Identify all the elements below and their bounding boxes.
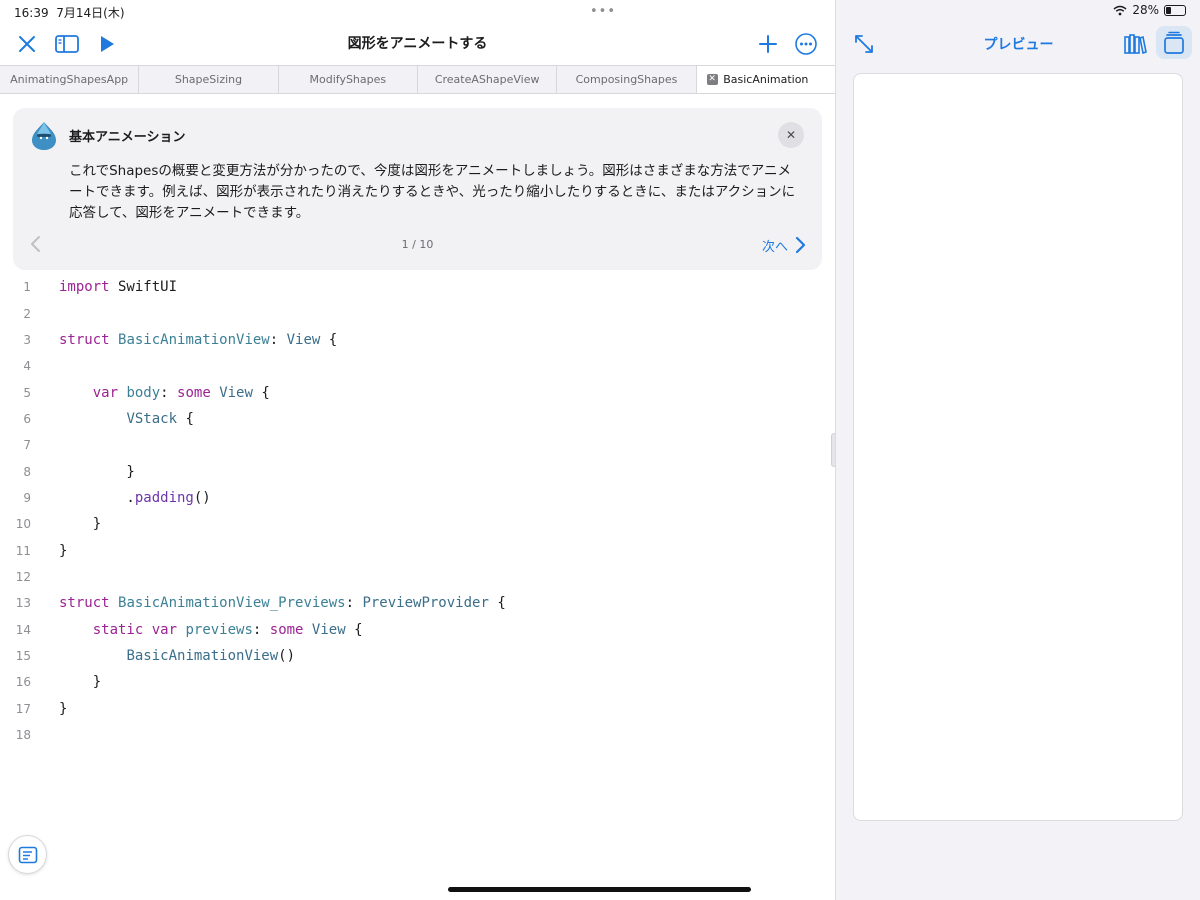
guide-body-text: これでShapesの概要と変更方法が分かったので、今度は図形をアニメートしましょ… <box>69 163 796 221</box>
preview-pane: 28% プレビュー <box>835 0 1200 900</box>
code-text: } <box>59 542 68 559</box>
line-number: 10 <box>15 517 31 532</box>
tab-label: BasicAnimation <box>723 73 809 86</box>
code-line: 16 } <box>0 669 835 695</box>
cards-view-button[interactable] <box>1160 29 1188 57</box>
home-indicator[interactable] <box>448 887 751 892</box>
line-number: 7 <box>23 438 31 453</box>
multitask-dots[interactable]: ••• <box>590 4 616 19</box>
code-line: 13 struct BasicAnimationView_Previews: Pr… <box>0 590 835 616</box>
line-number: 6 <box>23 411 31 426</box>
code-text: VStack { <box>126 410 194 427</box>
code-line: 10 } <box>0 511 835 537</box>
code-line: 14 static var previews: some View { <box>0 616 835 642</box>
line-number: 11 <box>15 543 31 558</box>
code-text: struct BasicAnimationView_Previews: Prev… <box>59 595 506 612</box>
status-indicators: 28% <box>1113 3 1186 17</box>
code-text: var body: some View { <box>92 384 270 401</box>
code-line: 5 var body: some View { <box>0 379 835 405</box>
line-number: 16 <box>15 675 31 690</box>
line-number: 14 <box>15 622 31 637</box>
line-number: 4 <box>23 359 31 374</box>
line-number: 1 <box>23 280 31 295</box>
document-outline-button[interactable] <box>8 835 47 874</box>
code-line: 9 .padding() <box>0 485 835 511</box>
code-line: 1 import SwiftUI <box>0 274 835 300</box>
tab-label: ModifyShapes <box>309 73 387 86</box>
app-screen: 16:39 7月14日(木) ••• 図形をアニメートする AnimatingS… <box>0 0 1200 900</box>
close-icon: ✕ <box>785 128 797 142</box>
tab-label: ComposingShapes <box>575 73 678 86</box>
line-number: 3 <box>23 332 31 347</box>
code-line: 11} <box>0 537 835 563</box>
code-line: 8 } <box>0 458 835 484</box>
guide-title: 基本アニメーション <box>69 130 186 145</box>
next-label: 次へ <box>761 239 788 255</box>
tab-label: CreateAShapeView <box>434 73 540 86</box>
tab-composing-shapes[interactable]: ComposingShapes <box>557 66 697 93</box>
add-button[interactable] <box>755 31 781 57</box>
code-line: 7 <box>0 432 835 458</box>
line-number: 17 <box>15 701 31 716</box>
more-icon <box>795 33 817 55</box>
code-text: } <box>59 674 102 691</box>
file-tab-bar: AnimatingShapesApp ShapeSizing ModifySha… <box>0 65 835 94</box>
status-time-value: 16:39 <box>14 6 49 20</box>
guide-avatar-icon <box>32 122 56 150</box>
guide-next-button[interactable]: 次へ <box>762 235 806 255</box>
line-number: 2 <box>23 306 31 321</box>
tab-close-icon[interactable]: ✕ <box>706 74 718 85</box>
code-editor[interactable]: 1 import SwiftUI 2 3 struct BasicAnimation… <box>0 274 835 748</box>
tab-create-a-shape-view[interactable]: CreateAShapeView <box>418 66 558 93</box>
tab-shape-sizing[interactable]: ShapeSizing <box>139 66 279 93</box>
code-line: 15 BasicAnimationView() <box>0 643 835 669</box>
line-number: 18 <box>15 728 31 743</box>
line-number: 13 <box>15 596 31 611</box>
code-line: 2 <box>0 300 835 326</box>
outline-icon <box>18 846 37 863</box>
tab-label: ShapeSizing <box>174 73 243 86</box>
line-number: 5 <box>23 385 31 400</box>
status-time: 16:39 7月14日(木) <box>14 4 125 21</box>
code-text: } <box>59 463 135 480</box>
code-line: 17} <box>0 696 835 722</box>
tab-label: AnimatingShapesApp <box>10 73 129 86</box>
guide-page-indicator: 1 / 10 <box>401 238 434 251</box>
tab-basic-animation[interactable]: ✕ BasicAnimation <box>696 66 835 93</box>
code-text: } <box>59 700 68 717</box>
line-number: 8 <box>23 464 31 479</box>
battery-icon <box>1164 4 1186 16</box>
library-icon <box>1124 34 1147 55</box>
code-text: struct BasicAnimationView: View { <box>59 331 338 348</box>
tab-animating-shapes-app[interactable]: AnimatingShapesApp <box>0 66 140 93</box>
more-button[interactable] <box>792 30 820 58</box>
code-line: 12 <box>0 564 835 590</box>
code-text: static var previews: some View { <box>92 621 363 638</box>
code-line: 3 struct BasicAnimationView: View { <box>0 327 835 353</box>
code-text: } <box>59 516 102 533</box>
wifi-icon <box>1113 5 1127 15</box>
chevron-right-icon <box>795 236 806 254</box>
code-line: 18 <box>0 722 835 748</box>
line-number: 15 <box>15 648 31 663</box>
line-number: 12 <box>15 569 31 584</box>
guide-close-button[interactable]: ✕ <box>778 122 804 148</box>
document-title: 図形をアニメートする <box>347 36 488 52</box>
code-line: 6 VStack { <box>0 406 835 432</box>
code-line: 4 <box>0 353 835 379</box>
cards-icon <box>1164 31 1184 54</box>
status-date-value: 7月14日(木) <box>56 6 125 20</box>
tab-modify-shapes[interactable]: ModifyShapes <box>279 66 418 93</box>
code-text: import SwiftUI <box>59 279 178 296</box>
battery-fill <box>1166 6 1172 14</box>
code-text: BasicAnimationView() <box>126 647 296 664</box>
editor-pane: 16:39 7月14日(木) ••• 図形をアニメートする AnimatingS… <box>0 0 835 900</box>
plus-icon <box>759 35 777 53</box>
live-preview-canvas[interactable] <box>853 73 1183 821</box>
code-text: .padding() <box>59 489 211 506</box>
guide-card: 基本アニメーション ✕ これでShapesの概要と変更方法が分かったので、今度は… <box>13 108 822 270</box>
battery-percent: 28% <box>1132 3 1159 17</box>
line-number: 9 <box>23 490 31 505</box>
library-button[interactable] <box>1122 31 1148 57</box>
